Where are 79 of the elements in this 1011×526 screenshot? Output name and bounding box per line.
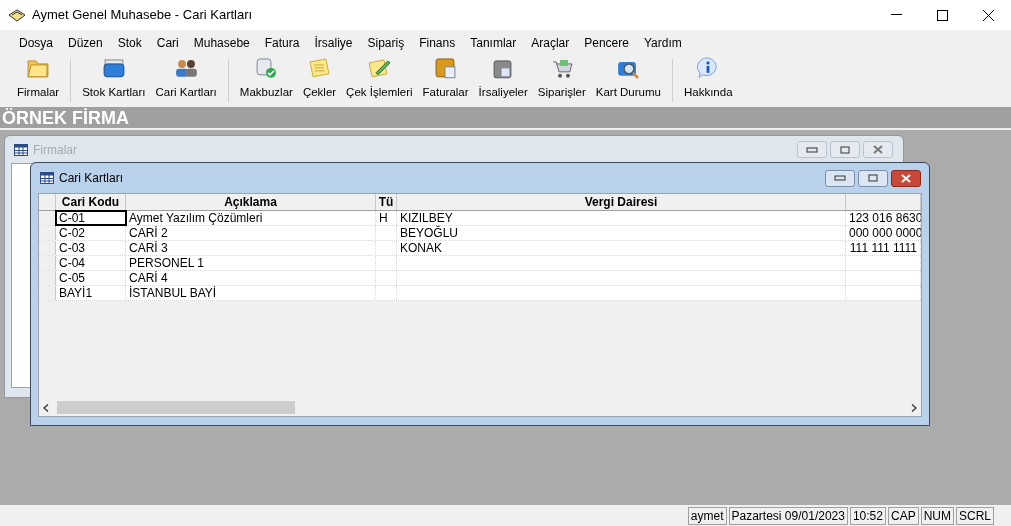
company-name: ÖRNEK FİRMA [1, 108, 129, 127]
toolbar-button[interactable]: Hakkında [678, 56, 738, 105]
table-cell: C-02 [56, 226, 126, 240]
menu-item[interactable]: Sipariş [367, 33, 405, 52]
menu-item[interactable]: Finans [419, 33, 456, 52]
toolbar-button[interactable]: Siparişler [532, 56, 591, 105]
document-icon [432, 56, 459, 80]
menu-item[interactable]: Pencere [584, 33, 629, 52]
scrollbar-thumb[interactable] [57, 401, 295, 414]
table-cell: 111 111 1111 [846, 241, 921, 255]
table-cell: PERSONEL 1 [126, 256, 376, 270]
table-cell: CARİ 4 [126, 271, 376, 285]
menu-item[interactable]: İrsaliye [314, 33, 353, 52]
status-panel: aymet [687, 506, 727, 525]
toolbar-button[interactable]: İrsaliyeler [473, 56, 533, 105]
toolbar-button[interactable]: Kart Durumu [590, 56, 666, 105]
table-cell: CARİ 2 [126, 226, 376, 240]
minimize-icon [834, 175, 846, 181]
status-panel: Pazartesi 09/01/2023 [728, 506, 848, 525]
maximize-icon [868, 174, 878, 182]
menu-item[interactable]: Fatura [264, 33, 300, 52]
toolbar-button[interactable]: Çek İşlemleri [341, 56, 418, 105]
box-icon [100, 56, 127, 80]
scroll-left-icon[interactable] [43, 403, 49, 412]
table-cell: BAYİ1 [56, 286, 126, 300]
close-icon [900, 173, 912, 183]
toolbar-button[interactable]: Cari Kartları [150, 56, 222, 105]
table-cell: C-03 [56, 241, 126, 255]
close-button[interactable] [863, 141, 893, 158]
table-cell: C-01 [56, 211, 126, 225]
table-cell: C-05 [56, 271, 126, 285]
column-header[interactable]: Tü [376, 194, 397, 210]
scroll-right-icon[interactable] [911, 403, 917, 412]
menu-item[interactable]: Dosya [19, 33, 53, 52]
window-title: Cari Kartları [59, 170, 123, 187]
menu-item[interactable]: Araçlar [531, 33, 570, 52]
close-button[interactable] [891, 169, 921, 187]
toolbar-button[interactable]: Çekler [297, 56, 342, 105]
minimize-icon [890, 14, 902, 16]
menu-item[interactable]: Düzen [68, 33, 103, 52]
minimize-button[interactable] [825, 169, 855, 187]
close-icon [982, 9, 994, 21]
note-pencil-icon [366, 56, 393, 80]
table-cell: 000 000 0000 [846, 226, 921, 240]
maximize-icon [936, 9, 948, 21]
table-cell: 123 016 8630 [846, 211, 921, 225]
window-title: Firmalar [33, 141, 77, 159]
table-cell: Aymet Yazılım Çözümleri [126, 211, 376, 225]
menu-item[interactable]: Muhasebe [193, 33, 250, 52]
table-cell: İSTANBUL BAYİ [126, 286, 376, 300]
column-header[interactable]: Cari Kodu [56, 194, 126, 210]
window-title: Aymet Genel Muhasebe - Cari Kartları [32, 6, 253, 25]
menu-item[interactable]: Cari [156, 33, 179, 52]
table-cell: KONAK [397, 241, 846, 255]
table-icon [40, 172, 54, 184]
table-icon [14, 143, 28, 156]
table-cell: CARİ 3 [126, 241, 376, 255]
status-panel: 10:52 [849, 506, 886, 525]
status-panel: SCRL [956, 506, 994, 525]
column-header[interactable]: Açıklama [126, 194, 376, 210]
toolbar-button[interactable]: Makbuzlar [234, 56, 298, 105]
minimize-button[interactable] [797, 141, 827, 158]
menu-item[interactable]: Tanımlar [470, 33, 517, 52]
book-icon [8, 8, 26, 22]
table-cell: KIZILBEY [397, 211, 846, 225]
status-panel: CAP [887, 506, 919, 525]
table-cell: H [376, 211, 397, 225]
status-panel: NUM [920, 506, 954, 525]
toolbar-button[interactable]: Faturalar [417, 56, 474, 105]
maximize-icon [840, 145, 850, 154]
minimize-icon [806, 146, 818, 153]
menu-item[interactable]: Yardım [643, 33, 682, 52]
table-cell: C-04 [56, 256, 126, 270]
close-icon [872, 145, 884, 154]
toolbar-button[interactable]: Stok Kartları [77, 56, 151, 105]
table-cell: BEYOĞLU [397, 226, 846, 240]
column-header[interactable]: Vergi Dairesi [397, 194, 846, 210]
menu-item[interactable]: Stok [117, 33, 142, 52]
toolbar-button[interactable]: Firmalar [12, 56, 65, 105]
